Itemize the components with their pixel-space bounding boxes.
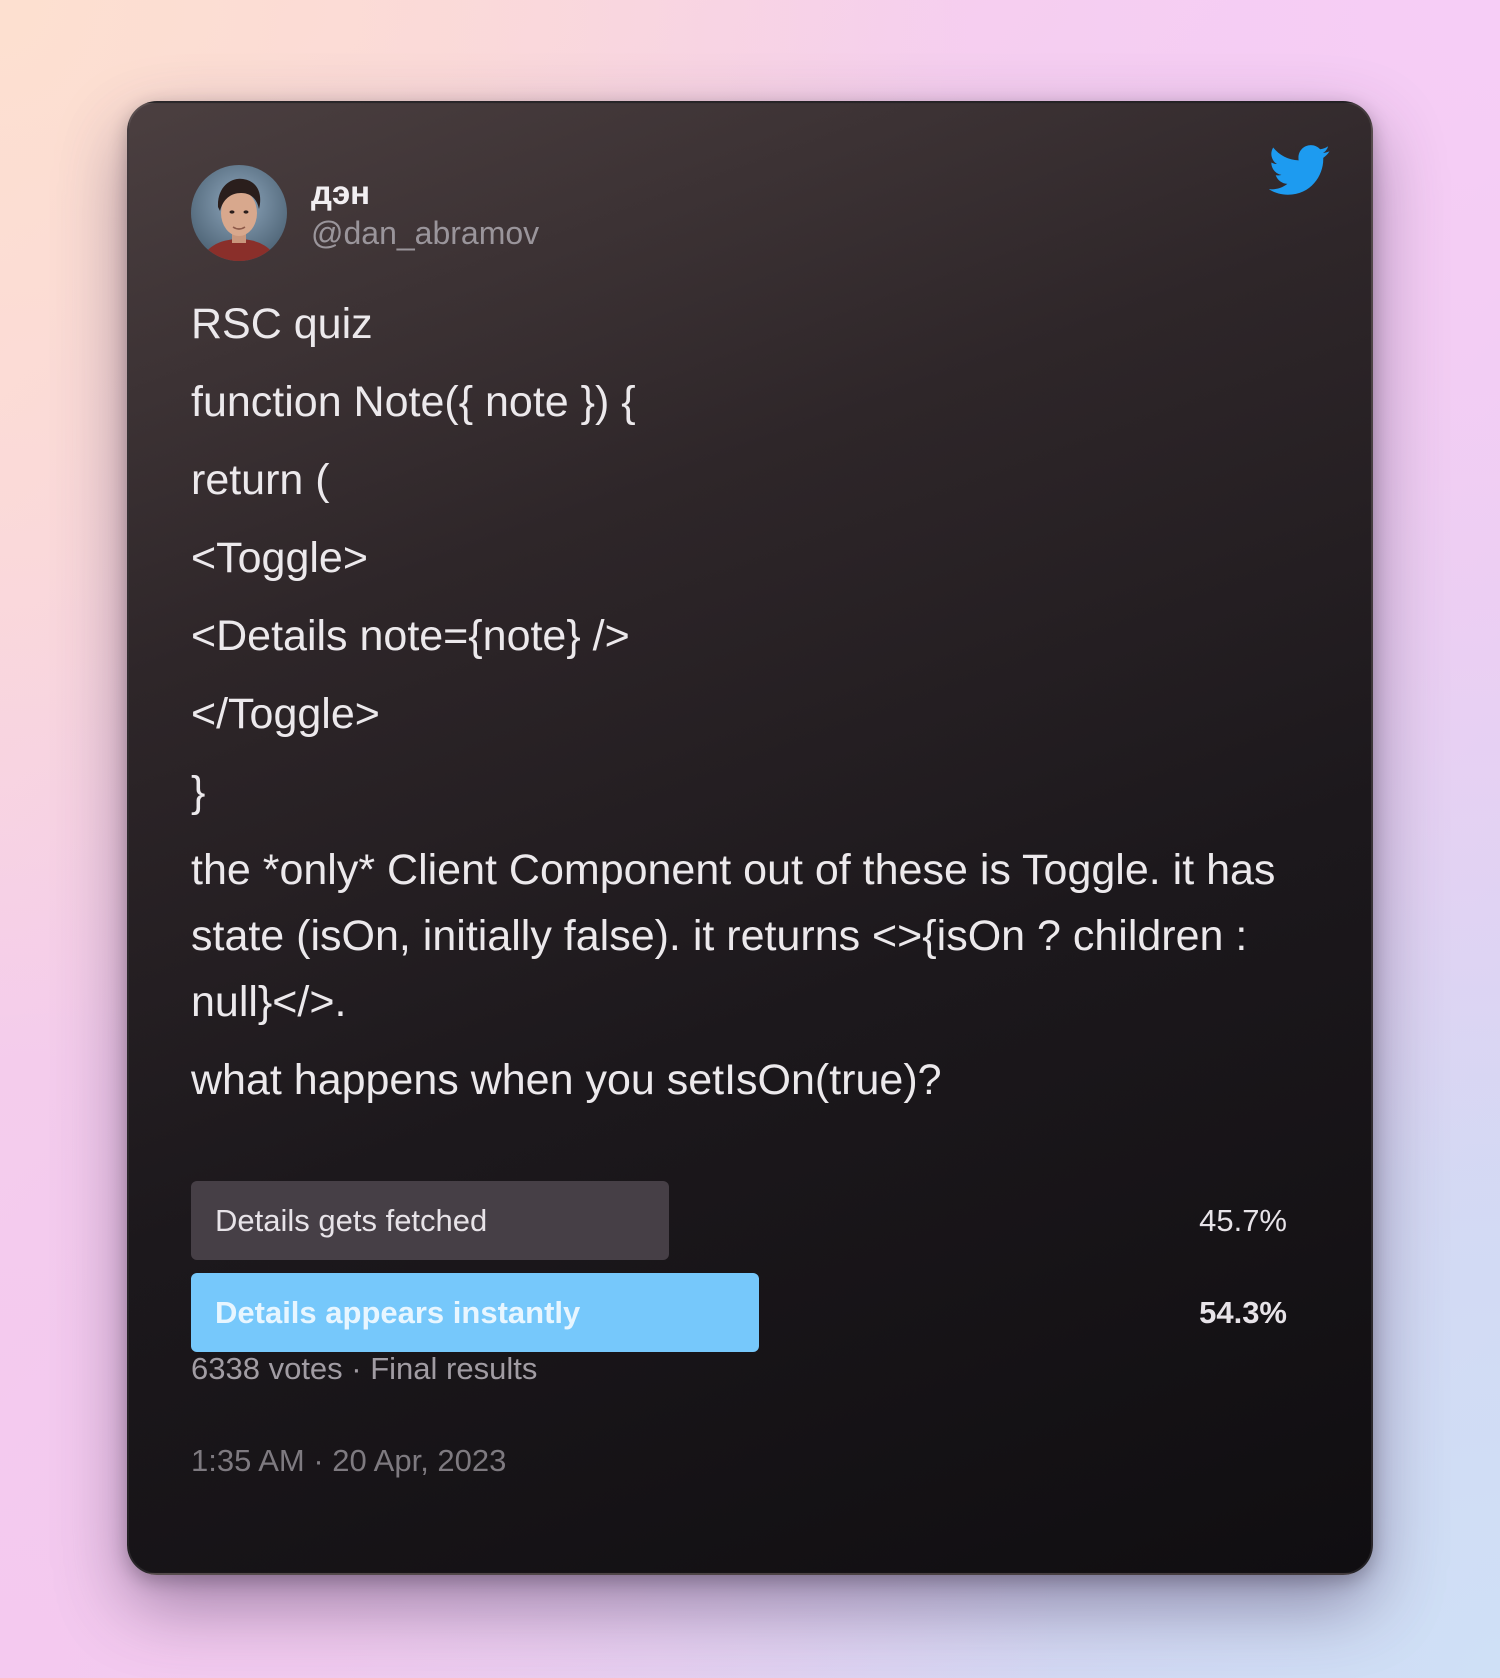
tweet-line: RSC quiz: [191, 300, 373, 348]
poll-option: Details gets fetched 45.7%: [191, 1181, 1287, 1260]
avatar[interactable]: [191, 165, 287, 261]
tweet-line: </Toggle>: [191, 690, 380, 738]
poll-option-label: Details appears instantly: [215, 1295, 581, 1330]
poll-option: Details appears instantly 54.3%: [191, 1273, 1287, 1352]
tweet-header: дэн @dan_abramov: [191, 165, 539, 261]
tweet-paragraph: the *only* Client Component out of these…: [191, 846, 1276, 1026]
poll-votes-summary: 6338 votes · Final results: [191, 1351, 538, 1386]
tweet-question: what happens when you setIsOn(true)?: [191, 1056, 942, 1104]
tweet-line: <Toggle>: [191, 534, 368, 582]
tweet-line: <Details note={note} />: [191, 612, 630, 660]
author-handle[interactable]: @dan_abramov: [311, 213, 539, 253]
poll-option-percent: 54.3%: [1199, 1295, 1287, 1330]
tweet-line: return (: [191, 456, 330, 504]
poll-option-label: Details gets fetched: [215, 1203, 488, 1238]
tweet-line: }: [191, 768, 206, 816]
tweet-card: дэн @dan_abramov RSC quiz function Note(…: [127, 101, 1373, 1575]
poll-option-percent: 45.7%: [1199, 1203, 1287, 1238]
tweet-line: function Note({ note }) {: [191, 378, 636, 426]
tweet-timestamp[interactable]: 1:35 AM · 20 Apr, 2023: [191, 1441, 506, 1481]
twitter-bird-icon[interactable]: [1269, 145, 1331, 197]
poll: Details gets fetched 45.7% Details appea…: [191, 1181, 1287, 1365]
author-display-name[interactable]: дэн: [311, 173, 539, 213]
tweet-body: RSC quiz function Note({ note }) { retur…: [191, 291, 1311, 1125]
